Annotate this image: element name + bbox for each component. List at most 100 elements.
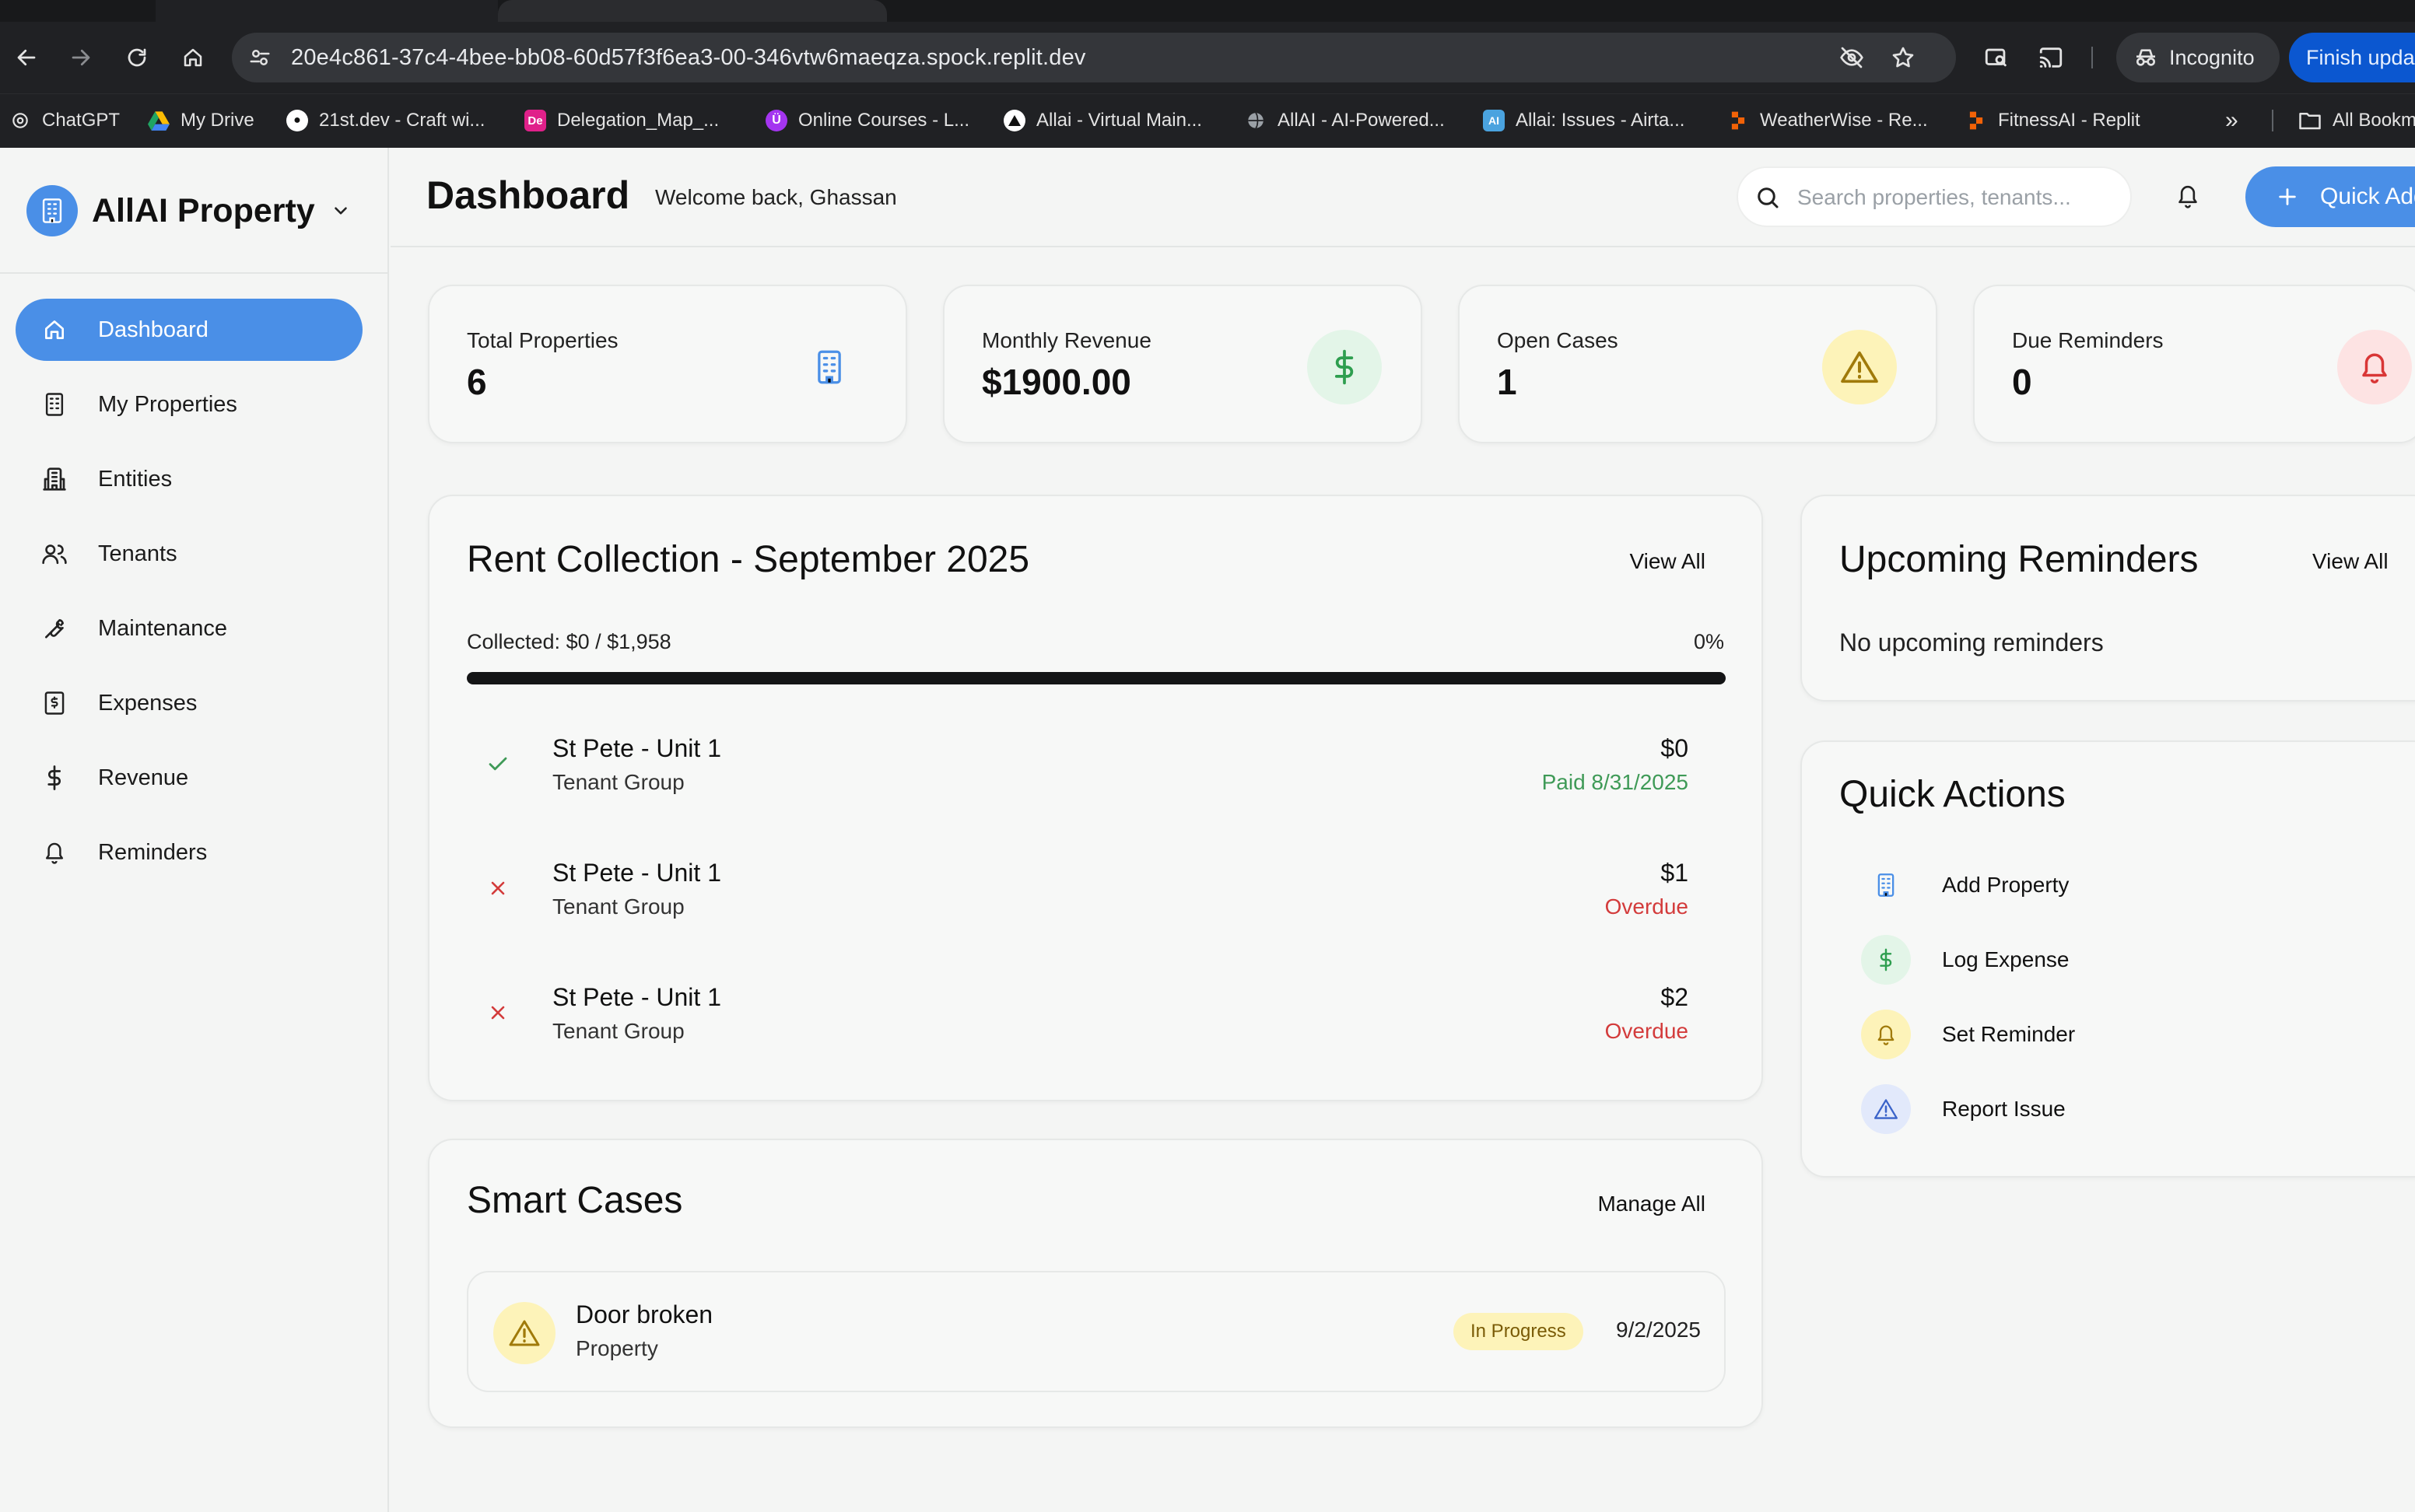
sidebar-item-tenants[interactable]: Tenants — [16, 523, 363, 585]
sidebar-item-label: Dashboard — [98, 317, 209, 342]
toolbar-divider — [2091, 47, 2093, 68]
stat-card-total-properties[interactable]: Total Properties 6 — [428, 285, 907, 443]
sidebar-item-expenses[interactable]: Expenses — [16, 672, 363, 734]
forward-icon[interactable] — [62, 39, 100, 76]
notifications-bell-icon[interactable] — [2171, 179, 2205, 213]
stat-card-monthly-revenue[interactable]: Monthly Revenue $1900.00 — [943, 285, 1422, 443]
sidebar-item-dashboard[interactable]: Dashboard — [16, 299, 363, 361]
google-drive-icon — [148, 110, 170, 131]
search-tabs-icon[interactable] — [1978, 39, 2015, 76]
eye-off-icon[interactable] — [1836, 42, 1867, 73]
rent-row[interactable]: St Pete - Unit 1 Tenant Group $2 Overdue — [467, 978, 1688, 1056]
quick-add-button[interactable]: Quick Add — [2245, 166, 2415, 227]
rent-row-amount: $0 — [1660, 734, 1688, 762]
all-bookmarks-button[interactable]: All Bookm — [2298, 107, 2415, 135]
manage-all-link[interactable]: Manage All — [1597, 1192, 1705, 1216]
bookmark-allai-virtual[interactable]: Allai - Virtual Main... — [1004, 107, 1202, 135]
plus-icon — [2277, 186, 2298, 208]
stat-value: 1 — [1497, 362, 1517, 402]
rent-view-all-link[interactable]: View All — [1629, 549, 1705, 574]
quick-action-label: Set Reminder — [1942, 1022, 2076, 1046]
bookmark-my-drive[interactable]: My Drive — [148, 107, 254, 135]
stat-card-due-reminders[interactable]: Due Reminders 0 — [1973, 285, 2415, 443]
browser-tab-active[interactable] — [156, 0, 498, 22]
sidebar-item-label: Tenants — [98, 541, 177, 566]
rent-row-subtitle: Tenant Group — [552, 1019, 685, 1043]
case-item[interactable]: Door broken Property In Progress 9/2/202… — [467, 1271, 1726, 1392]
incognito-indicator[interactable]: Incognito — [2116, 33, 2280, 82]
sidebar-item-label: Expenses — [98, 690, 198, 716]
rent-row[interactable]: St Pete - Unit 1 Tenant Group $1 Overdue — [467, 854, 1688, 932]
bookmark-21st-dev[interactable]: ● 21st.dev - Craft wi... — [286, 107, 485, 135]
rent-row-subtitle: Tenant Group — [552, 770, 685, 794]
rent-row-title: St Pete - Unit 1 — [552, 734, 721, 762]
sidebar-item-my-properties[interactable]: My Properties — [16, 373, 363, 436]
bookmark-online-courses[interactable]: Ü Online Courses - L... — [766, 107, 969, 135]
stat-value: 6 — [467, 362, 487, 402]
home-icon[interactable] — [174, 39, 212, 76]
collected-percent: 0% — [1693, 630, 1724, 653]
quick-action-label: Log Expense — [1942, 947, 2070, 971]
adobe-doc-icon: De — [524, 110, 546, 131]
stat-value: $1900.00 — [982, 362, 1131, 402]
rent-row-subtitle: Tenant Group — [552, 894, 685, 919]
quick-action-add-property[interactable]: Add Property — [1861, 860, 2069, 910]
bookmarks-overflow-button[interactable]: » — [2225, 107, 2238, 135]
quick-action-log-expense[interactable]: Log Expense — [1861, 935, 2069, 985]
case-date: 9/2/2025 — [1616, 1318, 1701, 1342]
stat-value: 0 — [2012, 362, 2032, 402]
incognito-label: Incognito — [2169, 45, 2255, 69]
replit-icon — [1727, 110, 1749, 131]
back-icon[interactable] — [8, 39, 45, 76]
folder-icon — [2298, 110, 2322, 131]
sidebar-item-entities[interactable]: Entities — [16, 448, 363, 510]
rent-row[interactable]: St Pete - Unit 1 Tenant Group $0 Paid 8/… — [467, 730, 1688, 807]
home-icon — [40, 316, 68, 344]
x-icon — [482, 997, 513, 1028]
ai-square-icon: AI — [1483, 110, 1505, 131]
entities-building-icon — [40, 465, 68, 493]
search-icon — [1754, 184, 1782, 212]
incognito-icon — [2133, 45, 2158, 70]
search-input[interactable] — [1797, 182, 2116, 213]
site-settings-icon[interactable] — [246, 44, 274, 72]
collected-summary: Collected: $0 / $1,958 — [467, 630, 671, 653]
bookmark-chatgpt[interactable]: ChatGPT — [9, 107, 120, 135]
wrench-icon — [40, 614, 68, 642]
stat-card-open-cases[interactable]: Open Cases 1 — [1458, 285, 1937, 443]
bookmark-star-icon[interactable] — [1887, 42, 1919, 73]
chatgpt-icon — [9, 110, 31, 131]
quick-actions-panel: Quick Actions Add Property Log Expense S… — [1800, 740, 2415, 1178]
sidebar-item-reminders[interactable]: Reminders — [16, 821, 363, 884]
sidebar-item-maintenance[interactable]: Maintenance — [16, 597, 363, 660]
quick-action-label: Report Issue — [1942, 1097, 2066, 1121]
welcome-text: Welcome back, Ghassan — [655, 185, 897, 209]
rent-collection-title: Rent Collection - September 2025 — [467, 539, 1030, 580]
bookmark-weatherwise[interactable]: WeatherWise - Re... — [1727, 107, 1928, 135]
brand-switcher[interactable]: AllAI Property — [26, 185, 351, 236]
bookmark-fitnessai[interactable]: FitnessAI - Replit — [1965, 107, 2140, 135]
quick-add-label: Quick Add — [2320, 184, 2415, 209]
browser-tab[interactable] — [498, 0, 887, 22]
case-title: Door broken — [576, 1300, 713, 1328]
reminders-view-all-link[interactable]: View All — [2312, 549, 2389, 574]
x-icon — [482, 873, 513, 904]
bookmark-allai-ai-powered[interactable]: AllAI - AI-Powered... — [1245, 107, 1445, 135]
sidebar-item-revenue[interactable]: Revenue — [16, 747, 363, 809]
quick-action-report-issue[interactable]: Report Issue — [1861, 1084, 2066, 1134]
search-box[interactable] — [1737, 166, 2132, 227]
quick-action-set-reminder[interactable]: Set Reminder — [1861, 1010, 2075, 1059]
bookmark-delegation-map[interactable]: De Delegation_Map_... — [524, 107, 719, 135]
address-bar[interactable]: 20e4c861-37c4-4bee-bb08-60d57f3f6ea3-00-… — [232, 33, 1956, 82]
url-text[interactable]: 20e4c861-37c4-4bee-bb08-60d57f3f6ea3-00-… — [291, 44, 1086, 72]
finish-update-button[interactable]: Finish upda — [2289, 33, 2415, 82]
cast-icon[interactable] — [2032, 39, 2070, 76]
receipt-icon — [40, 689, 68, 717]
dollar-icon — [1861, 935, 1911, 985]
bookmark-allai-issues[interactable]: AI Allai: Issues - Airta... — [1483, 107, 1684, 135]
bell-icon — [1861, 1010, 1911, 1059]
reload-icon[interactable] — [118, 39, 156, 76]
rent-row-amount: $1 — [1660, 859, 1688, 887]
rent-row-title: St Pete - Unit 1 — [552, 983, 721, 1011]
case-subtitle: Property — [576, 1336, 658, 1360]
